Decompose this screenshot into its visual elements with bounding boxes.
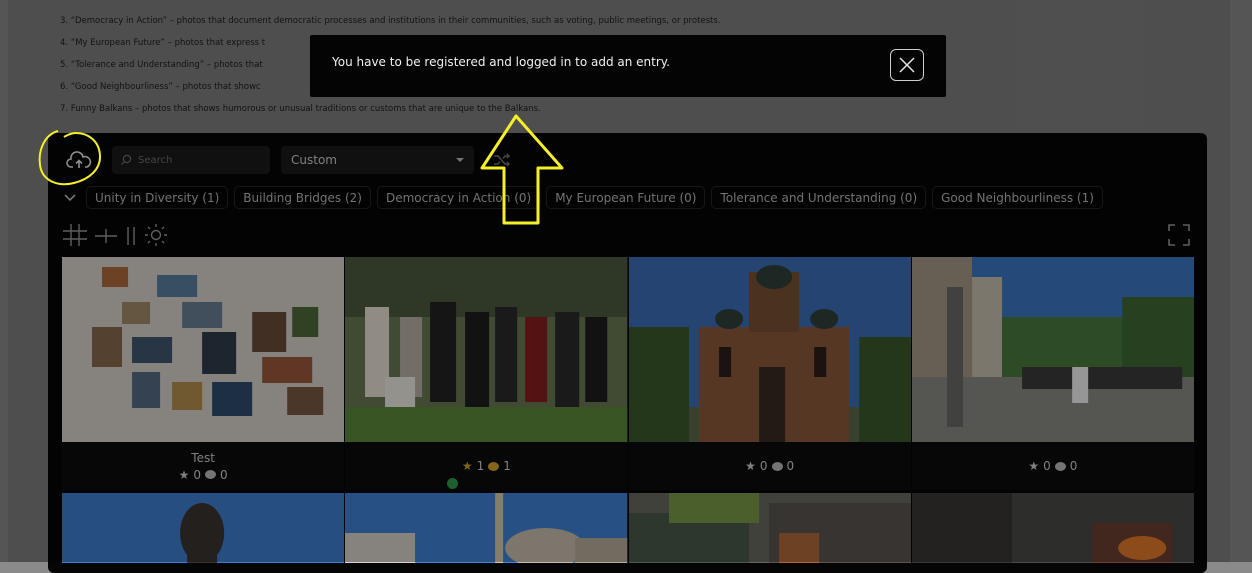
comment-count: 0 xyxy=(1069,459,1078,473)
photo-caption: ★ 0 0 xyxy=(629,442,911,490)
row-layout-icon[interactable] xyxy=(94,223,118,247)
cloud-upload-icon xyxy=(66,151,92,168)
category-chip[interactable]: Building Bridges (2) xyxy=(234,186,371,209)
comment-icon[interactable] xyxy=(771,461,783,471)
photo-card[interactable] xyxy=(345,493,628,563)
upload-button[interactable] xyxy=(62,148,96,174)
category-chip[interactable]: My European Future (0) xyxy=(546,186,706,209)
comment-count: 0 xyxy=(786,459,795,473)
photo-thumbnail[interactable] xyxy=(62,257,345,442)
photo-caption: ★ 0 0 xyxy=(912,442,1194,490)
photo-painted-wall xyxy=(628,493,911,563)
star-icon[interactable]: ★ xyxy=(745,459,756,473)
comment-icon[interactable] xyxy=(1054,461,1066,471)
photo-thumbnail[interactable] xyxy=(911,257,1194,442)
star-count: 0 xyxy=(193,467,201,482)
photo-postcards-wall xyxy=(62,257,345,442)
chevron-down-icon xyxy=(456,158,464,162)
photo-card[interactable]: ★ 0 0 xyxy=(911,257,1194,490)
shuffle-icon[interactable] xyxy=(492,150,512,170)
search-input[interactable] xyxy=(136,153,260,167)
photo-caption: Test ★ 0 0 xyxy=(62,442,344,490)
intro-item: 7. Funny Balkans – photos that shows hum… xyxy=(60,104,541,114)
status-indicator xyxy=(447,478,459,489)
close-button[interactable] xyxy=(890,49,924,81)
photo-stats: ★ 0 0 xyxy=(1028,459,1077,473)
photo-folk-dancers xyxy=(345,257,628,442)
star-icon[interactable]: ★ xyxy=(1028,459,1039,473)
photo-card[interactable]: ★ 1 1 xyxy=(345,257,628,490)
photo-card[interactable] xyxy=(628,493,911,563)
sort-select-value: Custom xyxy=(291,153,337,167)
layout-toolbar xyxy=(62,222,168,248)
fullscreen-icon[interactable] xyxy=(1167,223,1191,247)
comment-icon[interactable] xyxy=(488,461,500,471)
category-chip[interactable]: Tolerance and Understanding (0) xyxy=(711,186,927,209)
photo-thumbnail[interactable] xyxy=(628,257,911,442)
chevron-down-icon[interactable] xyxy=(62,190,78,206)
search-box[interactable] xyxy=(112,146,270,174)
toast-message: You have to be registered and logged in … xyxy=(332,55,670,69)
photo-card[interactable]: Test ★ 0 0 xyxy=(62,257,345,490)
photo-card[interactable] xyxy=(62,493,345,563)
photo-city-square xyxy=(911,257,1194,442)
photo-lion-statue xyxy=(62,493,345,563)
photo-church xyxy=(628,257,911,442)
photo-thumbnail[interactable] xyxy=(628,493,911,563)
photo-title[interactable]: Test xyxy=(191,451,215,465)
comment-count: 0 xyxy=(220,467,228,482)
column-layout-icon[interactable] xyxy=(124,223,138,247)
star-count: 0 xyxy=(1043,459,1051,473)
star-count: 1 xyxy=(476,459,485,473)
category-chip[interactable]: Unity in Diversity (1) xyxy=(86,186,229,209)
close-icon xyxy=(899,57,915,73)
photo-stats: ★ 1 1 xyxy=(462,459,511,473)
photo-stats: ★ 0 0 xyxy=(745,459,794,473)
photo-grid: Test ★ 0 0 ★ 1 1 ★ 0 0 ★ 0 0 xyxy=(62,257,1194,563)
grid-layout-icon[interactable] xyxy=(62,223,88,247)
login-required-toast: You have to be registered and logged in … xyxy=(310,35,946,97)
photo-caption: ★ 1 1 xyxy=(345,442,627,490)
photo-thumbnail[interactable] xyxy=(62,493,345,563)
star-count: 0 xyxy=(759,459,768,473)
category-filter-bar: Unity in Diversity (1) Building Bridges … xyxy=(62,185,1109,210)
photo-mosque xyxy=(345,493,628,563)
photo-thumbnail[interactable] xyxy=(345,257,628,442)
intro-item: 3. “Democracy in Action” – photos that d… xyxy=(60,16,721,26)
photo-thumbnail[interactable] xyxy=(911,493,1194,563)
photo-street-fire xyxy=(911,493,1194,563)
sort-select[interactable]: Custom xyxy=(281,146,474,174)
photo-stats: ★ 0 0 xyxy=(179,468,228,482)
category-chip[interactable]: Democracy in Action (0) xyxy=(376,186,541,209)
photo-thumbnail[interactable] xyxy=(345,493,628,563)
comment-icon[interactable] xyxy=(205,470,216,479)
category-chip[interactable]: Good Neighbourliness (1) xyxy=(932,186,1103,209)
photo-card[interactable] xyxy=(911,493,1194,563)
brightness-icon[interactable] xyxy=(144,223,168,247)
star-icon[interactable]: ★ xyxy=(179,468,190,482)
comment-count: 1 xyxy=(503,459,511,473)
star-icon[interactable]: ★ xyxy=(462,459,473,473)
search-icon xyxy=(121,154,132,165)
photo-card[interactable]: ★ 0 0 xyxy=(628,257,911,490)
